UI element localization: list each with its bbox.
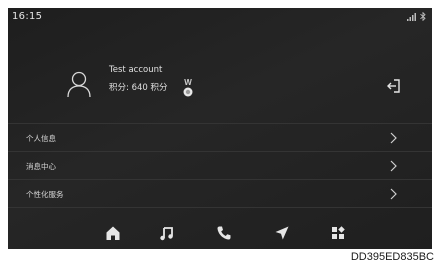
chevron-right-icon [390, 188, 397, 200]
phone-icon[interactable] [216, 225, 232, 241]
apps-icon[interactable] [330, 225, 346, 241]
menu-item-label: 个人信息 [26, 134, 56, 143]
home-icon[interactable] [105, 225, 121, 241]
status-bar: 16:15 [8, 8, 432, 26]
navigation-icon[interactable] [274, 225, 290, 241]
account-name: Test account [109, 65, 163, 75]
medal-letter: W [184, 78, 192, 87]
menu-item-label: 个性化服务 [26, 190, 64, 199]
points-text: 积分: 640 积分 [109, 83, 168, 93]
music-icon[interactable] [159, 225, 175, 241]
menu-item-personalized-service[interactable]: 个性化服务 [8, 179, 432, 208]
bottom-dock [8, 216, 432, 249]
medal-icon: W [183, 78, 193, 97]
menu-item-message-center[interactable]: 消息中心 [8, 151, 432, 179]
status-time: 16:15 [12, 11, 43, 22]
chevron-right-icon [390, 160, 397, 172]
logout-icon[interactable] [386, 78, 402, 94]
status-icons [407, 12, 426, 21]
menu-item-label: 消息中心 [26, 162, 56, 171]
menu-item-personal-info[interactable]: 个人信息 [8, 123, 432, 151]
signal-icon [407, 12, 416, 21]
chevron-right-icon [390, 132, 397, 144]
watermark-code: DD395ED835BC [350, 251, 434, 263]
bluetooth-icon [420, 12, 426, 21]
car-screen: 16:15 Test account 积分: 640 积分 W 个人信息 消息中… [8, 8, 432, 249]
user-avatar-icon[interactable] [66, 70, 92, 98]
settings-menu: 个人信息 消息中心 个性化服务 [8, 123, 432, 208]
profile-card: Test account 积分: 640 积分 W [8, 54, 432, 118]
